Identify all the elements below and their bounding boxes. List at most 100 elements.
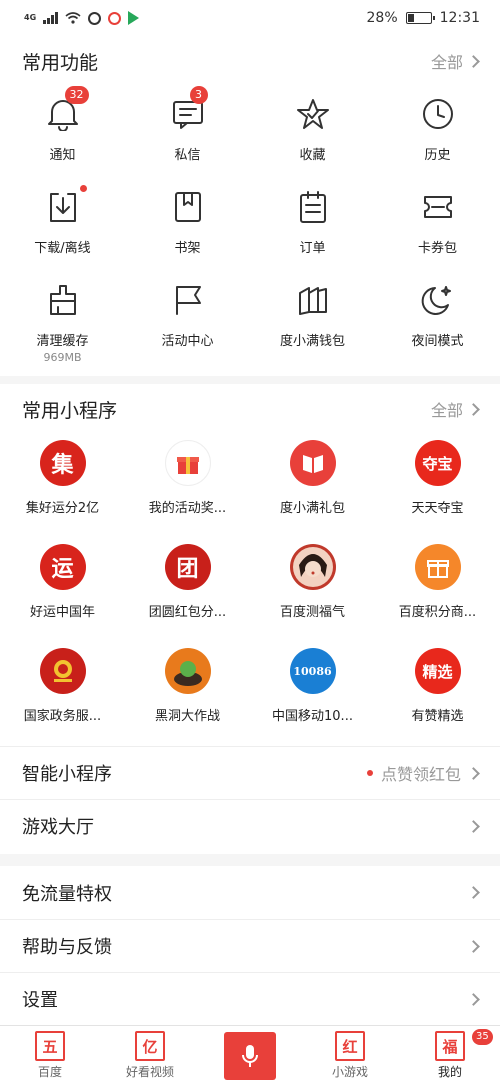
mini-program-item-2[interactable]: 度小满礼包 — [250, 434, 375, 538]
function-item-0[interactable]: 32 通知 — [0, 86, 125, 179]
ji-fu-icon: 集 — [39, 440, 86, 486]
mini-program-item-7[interactable]: 百度积分商... — [375, 538, 500, 642]
mini-program-label: 我的活动奖... — [148, 501, 227, 516]
mini-program-item-0[interactable]: 集集好运分2亿 — [0, 434, 125, 538]
notification-badge: 32 — [64, 86, 89, 104]
function-label: 清理缓存 — [36, 334, 89, 349]
chevron-right-icon — [467, 819, 480, 833]
menu-row-g2-2[interactable]: 设置 — [0, 972, 500, 1025]
duobao-icon: 夺宝 — [414, 440, 461, 486]
menu-row-label: 免流量特权 — [22, 883, 112, 905]
menu-row-label: 帮助与反馈 — [22, 937, 112, 958]
function-label: 历史 — [424, 148, 451, 163]
section-title: 常用功能 — [22, 51, 99, 74]
chevron-right-icon — [467, 992, 480, 1006]
menu-row-trailing — [467, 819, 480, 833]
function-item-4[interactable]: 下载/离线 — [0, 179, 125, 272]
function-label: 度小满钱包 — [279, 334, 345, 349]
chevron-right-icon — [467, 766, 480, 780]
mini-program-grid: 集集好运分2亿我的活动奖... 度小满礼包 夺宝天天夺宝运好运中国年团团圆红包分..… — [0, 434, 500, 746]
mini-program-item-6[interactable]: 百度测福气 — [250, 538, 375, 642]
menu-row-label: 智能小程序 — [22, 764, 112, 785]
tab-1[interactable]: 亿好看视频 — [100, 1026, 200, 1084]
emblem-icon — [39, 648, 86, 694]
moon-icon — [418, 280, 458, 320]
tab-label: 百度 — [37, 1065, 62, 1079]
mini-program-label: 国家政务服... — [23, 709, 102, 724]
function-item-11[interactable]: 夜间模式 — [375, 272, 500, 365]
mini-program-item-10[interactable]: 10086 中国移动10... — [250, 642, 375, 746]
function-item-2[interactable]: 收藏 — [250, 86, 375, 179]
tab-0[interactable]: 五百度 — [0, 1026, 100, 1084]
function-label: 活动中心 — [161, 334, 214, 349]
menu-row-trailing — [467, 939, 480, 953]
menu-row-g1-0[interactable]: 智能小程序 点赞领红包 — [0, 746, 500, 799]
mini-program-label: 有赞精选 — [411, 709, 464, 724]
network-type: 4G — [24, 13, 37, 22]
status-bar: 4G 28% 12:31 — [0, 0, 500, 36]
common-functions-section: 常用功能 全部 32 通知 3 私信 收藏 历史下载/离线 书架 订单 卡券包清理缓存 969MB… — [0, 36, 500, 376]
function-label: 订单 — [299, 241, 326, 256]
function-item-5[interactable]: 书架 — [125, 179, 250, 272]
function-label: 私信 — [174, 148, 201, 163]
menu-row-g2-0[interactable]: 免流量特权 — [0, 866, 500, 919]
battery-percent: 28% — [366, 10, 398, 26]
tab-badge: 35 — [472, 1029, 493, 1045]
flag-icon — [168, 280, 208, 320]
menu-row-g2-1[interactable]: 帮助与反馈 — [0, 919, 500, 972]
function-item-9[interactable]: 活动中心 — [125, 272, 250, 365]
view-all-button[interactable]: 全部 — [431, 397, 480, 421]
broom-icon — [43, 280, 83, 320]
function-label: 下载/离线 — [34, 241, 91, 256]
mini-program-item-1[interactable]: 我的活动奖... — [125, 434, 250, 538]
red-dot-indicator — [366, 770, 373, 776]
mini-programs-header: 常用小程序 全部 — [0, 384, 500, 434]
download-icon — [43, 185, 87, 227]
mini-program-item-8[interactable]: 国家政务服... — [0, 642, 125, 746]
chevron-right-icon — [467, 402, 480, 416]
mini-program-label: 天天夺宝 — [411, 501, 464, 516]
wallet-icon — [293, 280, 333, 320]
app-notification-icon — [108, 11, 122, 25]
mini-program-item-4[interactable]: 运好运中国年 — [0, 538, 125, 642]
function-item-7[interactable]: 卡券包 — [375, 179, 500, 272]
tab-icon: 红 — [335, 1031, 365, 1061]
mini-program-label: 中国移动10... — [272, 709, 353, 724]
tab-label: 小游戏 — [331, 1065, 368, 1079]
function-item-8[interactable]: 清理缓存 969MB — [0, 272, 125, 365]
mini-program-item-3[interactable]: 夺宝 天天夺宝 — [375, 434, 500, 538]
function-item-10[interactable]: 度小满钱包 — [250, 272, 375, 365]
tab-3[interactable]: 红小游戏 — [300, 1026, 400, 1084]
microphone-icon — [224, 1032, 276, 1080]
function-item-6[interactable]: 订单 — [250, 179, 375, 272]
menu-row-label: 设置 — [22, 990, 58, 1011]
function-grid: 32 通知 3 私信 收藏 历史下载/离线 书架 订单 卡券包清理缓存 969MB 活动中心 度小满钱… — [0, 86, 500, 365]
menu-list-2: 免流量特权帮助与反馈设置 — [0, 866, 500, 1025]
view-all-label: 全部 — [430, 53, 463, 72]
tab-label: 我的 — [437, 1065, 462, 1079]
mini-program-item-11[interactable]: 精选 有赞精选 — [375, 642, 500, 746]
video-app-icon — [128, 11, 140, 25]
view-all-button[interactable]: 全部 — [430, 49, 480, 73]
function-item-3[interactable]: 历史 — [375, 86, 500, 179]
voice-search-button[interactable] — [200, 1026, 300, 1084]
signal-icon — [43, 12, 59, 24]
mini-program-item-5[interactable]: 团团圆红包分... — [125, 538, 250, 642]
mini-program-label: 团圆红包分... — [148, 605, 227, 620]
mini-program-item-9[interactable]: 黑洞大作战 — [125, 642, 250, 746]
clock-icon — [418, 94, 458, 134]
alarm-icon — [88, 11, 102, 25]
menu-row-trailing — [467, 992, 480, 1006]
function-label: 通知 — [49, 148, 76, 163]
function-label: 书架 — [174, 241, 201, 256]
tab-icon: 亿 — [135, 1031, 165, 1061]
tuan-icon: 团 — [164, 544, 211, 590]
menu-row-g1-1[interactable]: 游戏大厅 — [0, 799, 500, 852]
clock-time: 12:31 — [439, 10, 480, 26]
order-icon — [293, 187, 333, 227]
tab-4[interactable]: 福我的 35 — [400, 1026, 500, 1084]
function-item-1[interactable]: 3 私信 — [125, 86, 250, 179]
chevron-right-icon — [467, 886, 480, 899]
youzan-icon: 精选 — [414, 648, 461, 694]
bell-icon: 32 — [43, 86, 89, 134]
